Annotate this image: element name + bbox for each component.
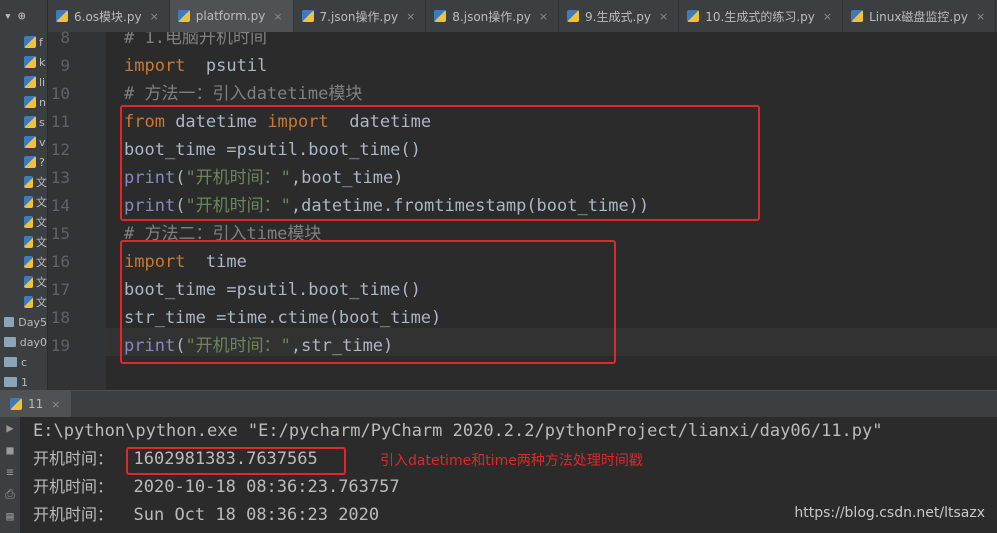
code-editor[interactable]: # 1.电脑开机时间 import psutil # 方法一：引入datetime模… (106, 32, 997, 390)
rerun-icon[interactable]: ▶ (0, 417, 20, 439)
folder-icon (4, 317, 15, 327)
line-number: 10 (50, 84, 70, 103)
close-icon[interactable]: × (406, 10, 415, 23)
python-file-icon (567, 10, 580, 22)
print-icon[interactable]: ⎙ (0, 483, 20, 505)
console-line: E:\python\python.exe "E:/pycharm/PyCharm… (33, 417, 883, 445)
line-number: 11 (50, 112, 70, 131)
code-keyword: import (124, 56, 186, 76)
code-comment: # 方法一：引入datetime模块 (124, 84, 363, 104)
line-gutter: 8 9 10 11 12 13 14 15 16 17 18 19 (48, 28, 106, 390)
console-label: 开机时间： (33, 505, 114, 524)
close-icon[interactable]: × (273, 10, 282, 23)
folder-label: 1 (21, 375, 28, 389)
editor-tab[interactable]: Linux磁盘监控.py × (843, 0, 997, 32)
editor-tab[interactable]: 7.json操作.py × (294, 0, 427, 32)
folder-icon (4, 357, 17, 367)
code-line: # 方法一：引入datetime模块 (124, 80, 362, 108)
close-icon[interactable]: × (976, 10, 985, 23)
code-line: # 1.电脑开机时间 (124, 32, 267, 52)
watermark: https://blog.csdn.net/ltsazx (794, 505, 985, 521)
console-label: 开机时间： (33, 477, 114, 496)
close-icon[interactable]: × (823, 10, 832, 23)
soft-wrap-icon[interactable]: ≡ (0, 461, 20, 483)
run-tab[interactable]: 11 × (0, 391, 71, 417)
editor-tab[interactable]: 10.生成式的练习.py × (679, 0, 844, 32)
close-icon[interactable]: × (539, 10, 548, 23)
line-number: 18 (50, 308, 70, 327)
editor-tab[interactable]: platform.py × (169, 0, 294, 32)
tab-label: Linux磁盘监控.py (869, 9, 968, 24)
python-file-icon (10, 398, 22, 410)
folder-icon (4, 377, 17, 387)
python-file-icon (434, 10, 447, 22)
console-value: E:\python\python.exe "E:/pycharm/PyCharm… (33, 421, 883, 441)
close-icon[interactable]: × (51, 398, 60, 411)
line-number: 14 (50, 196, 70, 215)
line-number: 15 (50, 224, 70, 243)
editor-tab[interactable]: 8.json操作.py × (426, 0, 560, 32)
tab-label: 6.os模块.py (74, 9, 142, 24)
folder-icon (4, 337, 16, 347)
run-tab-label: 11 (28, 397, 44, 411)
editor-tab[interactable]: 9.生成式.py × (559, 0, 680, 32)
console-value: 2020-10-18 08:36:23.763757 (133, 477, 400, 497)
console-line: 开机时间： 2020-10-18 08:36:23.763757 (33, 473, 400, 501)
console-label: 开机时间： (33, 449, 114, 468)
tab-label: 8.json操作.py (452, 9, 531, 24)
run-panel-header: 11 × (0, 390, 997, 418)
run-toolbar: ▶ ■ ≡ ⎙ ▤ (0, 417, 20, 533)
highlight-box-method-one (120, 105, 760, 221)
tab-label: platform.py (195, 9, 266, 23)
tab-label: 9.生成式.py (585, 9, 652, 24)
tab-label: 7.json操作.py (319, 9, 399, 24)
highlight-box-method-two (120, 240, 616, 364)
target-icon[interactable]: ⊕ (18, 9, 26, 24)
python-file-icon (851, 10, 864, 22)
stop-icon[interactable]: ■ (0, 439, 20, 461)
console-line: 开机时间： Sun Oct 18 08:36:23 2020 (33, 501, 379, 529)
console-value: Sun Oct 18 08:36:23 2020 (133, 505, 380, 525)
line-number: 16 (50, 252, 70, 271)
line-number: 12 (50, 140, 70, 159)
collapse-icon[interactable]: ▾ (4, 9, 12, 24)
code-comment: # 1.电脑开机时间 (124, 32, 267, 48)
tab-label: 10.生成式的练习.py (705, 9, 815, 24)
line-number: 13 (50, 168, 70, 187)
line-number: 8 (60, 28, 70, 47)
close-icon[interactable]: × (659, 10, 668, 23)
python-file-icon (56, 10, 68, 22)
code-line: import psutil (124, 52, 267, 80)
line-number: 17 (50, 280, 70, 299)
line-number: 9 (60, 56, 70, 75)
highlight-box-timestamp (126, 447, 346, 475)
python-file-icon (177, 10, 190, 22)
run-console[interactable]: E:\python\python.exe "E:/pycharm/PyCharm… (20, 417, 997, 533)
folder-item[interactable]: 1 (0, 372, 47, 392)
editor-tabs: 6.os模块.py × platform.py × 7.json操作.py × 8.json… (48, 0, 997, 33)
console-gap (113, 477, 133, 497)
close-icon[interactable]: × (150, 10, 159, 23)
console-gap (113, 505, 133, 525)
delete-icon[interactable]: ▤ (0, 505, 20, 527)
annotation-text: 引入datetime和time两种方法处理时间戳 (380, 453, 643, 469)
code-text: psutil (185, 56, 268, 76)
python-file-icon (301, 10, 314, 22)
folder-label: c (21, 355, 28, 369)
line-number: 19 (50, 336, 70, 355)
python-file-icon (687, 10, 700, 22)
